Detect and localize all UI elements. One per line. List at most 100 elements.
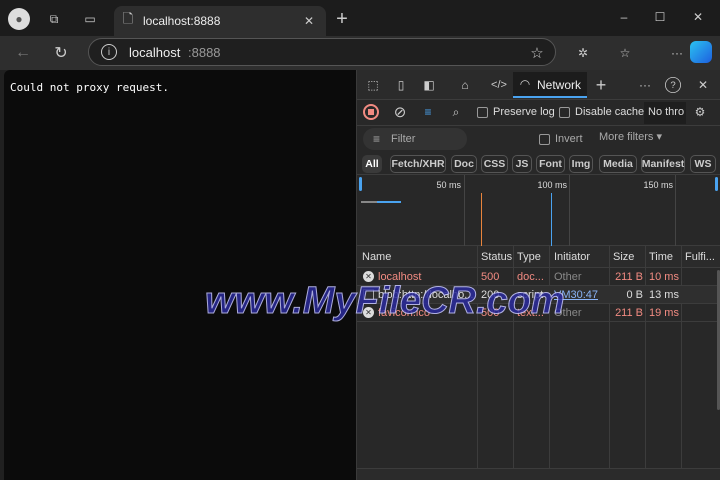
table-row[interactable]: ✕ localhost 500 doc... Other 211 B 10 ms [357, 268, 720, 286]
error-icon: ✕ [363, 307, 374, 318]
inspect-icon[interactable]: ⬚ [363, 75, 383, 95]
row-initiator: Other [554, 307, 582, 319]
timeline-tick: 150 ms [643, 180, 673, 190]
filter-icon: ≡ [373, 132, 381, 146]
clear-icon[interactable]: ⊘ [391, 103, 409, 121]
error-message: Could not proxy request. [10, 81, 169, 94]
more-tools-icon[interactable]: + [591, 74, 611, 96]
row-initiator-link[interactable]: VM30:47 [554, 289, 598, 301]
help-icon[interactable]: ? [665, 77, 681, 93]
close-devtools-icon[interactable]: ✕ [693, 75, 713, 95]
row-size: 211 B [615, 307, 643, 319]
row-name: blob:http://localho... [378, 289, 474, 301]
record-icon[interactable] [363, 104, 379, 120]
type-filter-all[interactable]: All [362, 155, 382, 173]
type-filter-css[interactable]: CSS [481, 155, 508, 173]
column-header-name[interactable]: Name [362, 251, 391, 263]
table-header: Name Status Type Initiator Size Time Ful… [357, 246, 720, 268]
row-type: text... [517, 307, 544, 319]
address-bar[interactable]: i localhost :8888 ☆ [88, 38, 556, 66]
invert-label: Invert [555, 133, 583, 145]
more-filters-dropdown[interactable]: More filters ▾ [599, 130, 662, 143]
error-icon: ✕ [363, 271, 374, 282]
status-bar [357, 468, 720, 480]
copilot-icon[interactable] [690, 41, 712, 63]
row-time: 19 ms [649, 307, 679, 319]
type-filter-media[interactable]: Media [599, 155, 637, 173]
back-icon[interactable]: ← [12, 42, 34, 64]
row-initiator: Other [554, 271, 582, 283]
workspaces-icon[interactable]: ⧉ [44, 9, 64, 29]
timeline-tick: 100 ms [537, 180, 567, 190]
row-type: doc... [517, 271, 544, 283]
disable-cache-label: Disable cache [575, 106, 645, 118]
column-header-initiator[interactable]: Initiator [554, 251, 590, 263]
more-icon[interactable]: ··· [666, 42, 688, 64]
search-icon[interactable]: ⌕ [447, 103, 465, 121]
type-filter-doc[interactable]: Doc [451, 155, 477, 173]
column-header-status[interactable]: Status [481, 251, 512, 263]
invert-checkbox[interactable]: Invert [539, 133, 583, 145]
address-host: localhost [129, 45, 181, 60]
tab-actions-icon[interactable]: ▭ [80, 9, 100, 29]
more-filters-label: More filters [599, 131, 654, 143]
site-info-icon[interactable]: i [101, 44, 117, 60]
load-event-line [551, 193, 552, 247]
table-row[interactable]: ✕ favicon.ico 500 text... Other 211 B 19… [357, 304, 720, 322]
timeline-request-bar [377, 201, 401, 203]
filter-placeholder: Filter [391, 133, 416, 145]
type-filter-img[interactable]: Img [569, 155, 593, 173]
tab-network-label: Network [537, 78, 582, 92]
preserve-log-label: Preserve log [493, 106, 555, 118]
tab-title: localhost:8888 [143, 14, 221, 28]
network-toolbar: ⊘ ≡ ⌕ Preserve log Disable cache No thro… [357, 100, 720, 126]
devtools-tabbar: ⬚ ▯ ◧ ⌂ </> ◠ Network + ··· ? ✕ [357, 70, 720, 100]
new-tab-icon[interactable]: + [332, 8, 352, 30]
filter-toggle-icon[interactable]: ≡ [419, 103, 437, 121]
wifi-icon: ◠ [519, 77, 531, 91]
disable-cache-checkbox[interactable]: Disable cache [559, 106, 644, 118]
row-size: 211 B [615, 271, 643, 283]
type-filter-font[interactable]: Font [536, 155, 565, 173]
title-bar: ● ⧉ ▭ 🗋 localhost:8888 ✕ + – ☐ ✕ [0, 0, 720, 36]
dock-icon[interactable]: ◧ [419, 75, 439, 95]
preserve-log-checkbox[interactable]: Preserve log [477, 106, 555, 118]
favorite-star-icon[interactable]: ☆ [527, 43, 547, 63]
page-icon: 🗋 [122, 11, 134, 26]
type-filter-js[interactable]: JS [512, 155, 532, 173]
close-window-icon[interactable]: ✕ [686, 6, 710, 28]
profile-avatar-icon[interactable]: ● [8, 8, 30, 30]
network-overview-timeline[interactable]: 50 ms 100 ms 150 ms [357, 174, 720, 247]
row-name: favicon.ico [378, 307, 430, 319]
close-tab-icon[interactable]: ✕ [300, 12, 318, 30]
elements-icon[interactable]: </> [487, 75, 511, 95]
browser-tab[interactable]: 🗋 localhost:8888 ✕ [114, 6, 326, 36]
script-file-icon [363, 289, 374, 300]
row-name: localhost [378, 271, 422, 283]
table-row[interactable]: blob:http://localho... 200 script VM30:4… [357, 286, 720, 304]
refresh-icon[interactable]: ↻ [50, 42, 72, 64]
device-emulation-icon[interactable]: ▯ [391, 75, 411, 95]
favorites-icon[interactable]: ☆ [614, 42, 636, 64]
column-header-size[interactable]: Size [613, 251, 634, 263]
type-filter-fetch-xhr[interactable]: Fetch/XHR [390, 155, 446, 173]
type-filter-ws[interactable]: WS [690, 155, 716, 173]
throttling-select[interactable]: No thro [644, 102, 686, 124]
extensions-icon[interactable]: ✲ [572, 42, 594, 64]
maximize-icon[interactable]: ☐ [648, 6, 672, 28]
settings-gear-icon[interactable]: ⚙ [691, 103, 709, 121]
column-header-time[interactable]: Time [649, 251, 673, 263]
page-content: Could not proxy request. [4, 70, 356, 480]
column-header-type[interactable]: Type [517, 251, 541, 263]
type-filter-manifest[interactable]: Manifest [641, 155, 685, 173]
tab-network[interactable]: ◠ Network [513, 72, 587, 98]
timeline-left-handle[interactable] [359, 177, 362, 191]
timeline-gridline [675, 175, 676, 247]
customize-icon[interactable]: ··· [635, 75, 655, 95]
devtools-panel: ⬚ ▯ ◧ ⌂ </> ◠ Network + ··· ? ✕ ⊘ ≡ ⌕ Pr… [356, 70, 720, 480]
timeline-right-handle[interactable] [715, 177, 718, 191]
filter-input[interactable]: ≡ Filter [363, 128, 467, 150]
minimize-icon[interactable]: – [612, 6, 636, 28]
column-header-fulfilled[interactable]: Fulfi... [685, 251, 715, 263]
welcome-home-icon[interactable]: ⌂ [455, 75, 475, 95]
